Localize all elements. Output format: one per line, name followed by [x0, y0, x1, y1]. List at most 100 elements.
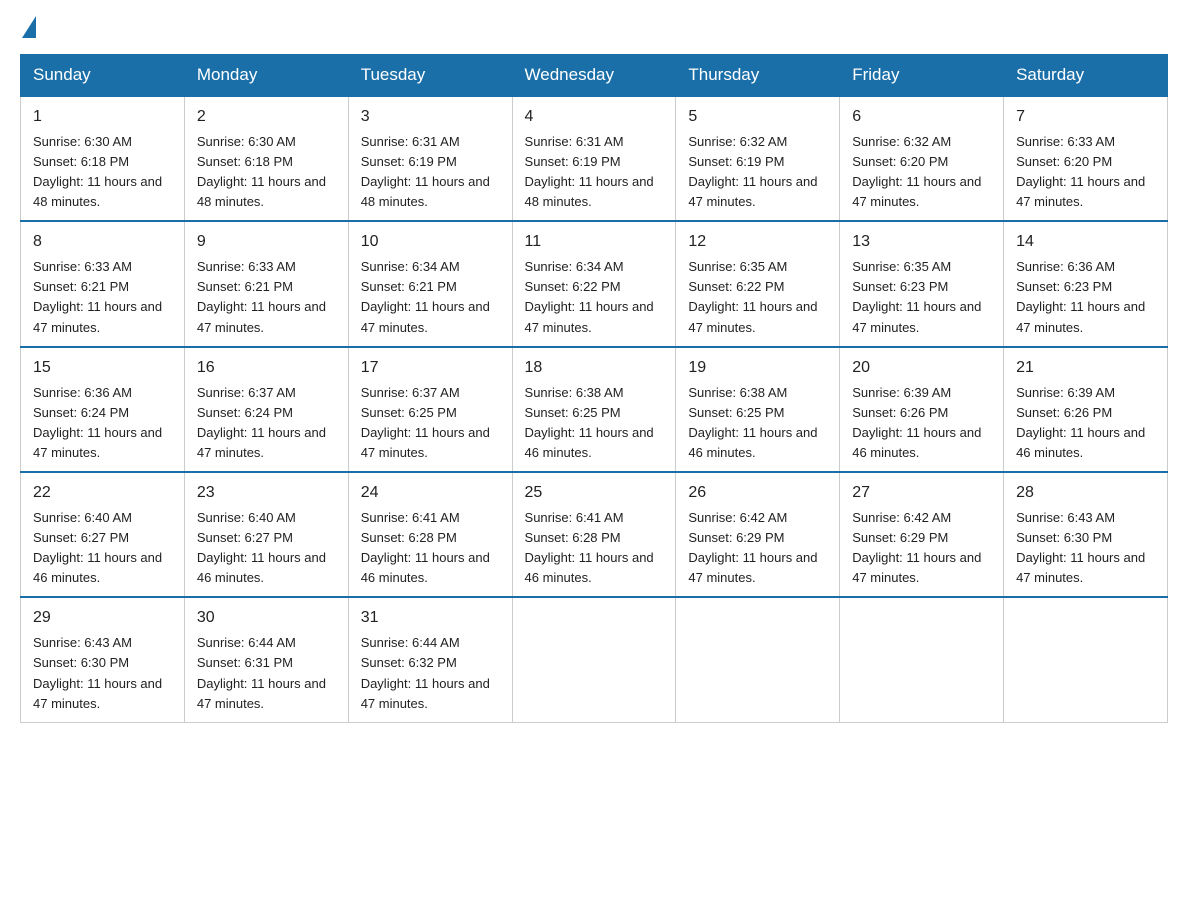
day-number: 10	[361, 230, 500, 255]
calendar-cell: 3 Sunrise: 6:31 AMSunset: 6:19 PMDayligh…	[348, 96, 512, 221]
day-info: Sunrise: 6:38 AMSunset: 6:25 PMDaylight:…	[688, 385, 817, 460]
calendar-cell: 7 Sunrise: 6:33 AMSunset: 6:20 PMDayligh…	[1004, 96, 1168, 221]
calendar-cell: 26 Sunrise: 6:42 AMSunset: 6:29 PMDaylig…	[676, 472, 840, 597]
day-info: Sunrise: 6:33 AMSunset: 6:21 PMDaylight:…	[197, 259, 326, 334]
day-info: Sunrise: 6:43 AMSunset: 6:30 PMDaylight:…	[1016, 510, 1145, 585]
day-info: Sunrise: 6:43 AMSunset: 6:30 PMDaylight:…	[33, 635, 162, 710]
day-number: 22	[33, 481, 172, 506]
day-number: 28	[1016, 481, 1155, 506]
calendar-cell	[1004, 597, 1168, 722]
day-number: 12	[688, 230, 827, 255]
day-info: Sunrise: 6:31 AMSunset: 6:19 PMDaylight:…	[361, 134, 490, 209]
calendar-cell: 19 Sunrise: 6:38 AMSunset: 6:25 PMDaylig…	[676, 347, 840, 472]
calendar-cell: 22 Sunrise: 6:40 AMSunset: 6:27 PMDaylig…	[21, 472, 185, 597]
day-info: Sunrise: 6:35 AMSunset: 6:23 PMDaylight:…	[852, 259, 981, 334]
calendar-cell: 1 Sunrise: 6:30 AMSunset: 6:18 PMDayligh…	[21, 96, 185, 221]
calendar-week-2: 8 Sunrise: 6:33 AMSunset: 6:21 PMDayligh…	[21, 221, 1168, 346]
day-number: 18	[525, 356, 664, 381]
weekday-header-wednesday: Wednesday	[512, 55, 676, 97]
day-number: 16	[197, 356, 336, 381]
day-info: Sunrise: 6:34 AMSunset: 6:21 PMDaylight:…	[361, 259, 490, 334]
day-info: Sunrise: 6:32 AMSunset: 6:20 PMDaylight:…	[852, 134, 981, 209]
calendar-cell: 5 Sunrise: 6:32 AMSunset: 6:19 PMDayligh…	[676, 96, 840, 221]
day-number: 26	[688, 481, 827, 506]
day-info: Sunrise: 6:40 AMSunset: 6:27 PMDaylight:…	[33, 510, 162, 585]
day-info: Sunrise: 6:35 AMSunset: 6:22 PMDaylight:…	[688, 259, 817, 334]
day-number: 13	[852, 230, 991, 255]
day-info: Sunrise: 6:31 AMSunset: 6:19 PMDaylight:…	[525, 134, 654, 209]
day-info: Sunrise: 6:30 AMSunset: 6:18 PMDaylight:…	[33, 134, 162, 209]
weekday-header-monday: Monday	[184, 55, 348, 97]
day-info: Sunrise: 6:30 AMSunset: 6:18 PMDaylight:…	[197, 134, 326, 209]
day-number: 4	[525, 105, 664, 130]
day-number: 9	[197, 230, 336, 255]
calendar-cell: 12 Sunrise: 6:35 AMSunset: 6:22 PMDaylig…	[676, 221, 840, 346]
calendar-cell: 28 Sunrise: 6:43 AMSunset: 6:30 PMDaylig…	[1004, 472, 1168, 597]
weekday-header-sunday: Sunday	[21, 55, 185, 97]
calendar-cell: 31 Sunrise: 6:44 AMSunset: 6:32 PMDaylig…	[348, 597, 512, 722]
day-number: 11	[525, 230, 664, 255]
day-info: Sunrise: 6:42 AMSunset: 6:29 PMDaylight:…	[852, 510, 981, 585]
calendar-cell: 11 Sunrise: 6:34 AMSunset: 6:22 PMDaylig…	[512, 221, 676, 346]
weekday-header-saturday: Saturday	[1004, 55, 1168, 97]
day-info: Sunrise: 6:41 AMSunset: 6:28 PMDaylight:…	[361, 510, 490, 585]
day-number: 25	[525, 481, 664, 506]
day-number: 7	[1016, 105, 1155, 130]
day-number: 2	[197, 105, 336, 130]
calendar-cell: 8 Sunrise: 6:33 AMSunset: 6:21 PMDayligh…	[21, 221, 185, 346]
calendar-cell: 25 Sunrise: 6:41 AMSunset: 6:28 PMDaylig…	[512, 472, 676, 597]
calendar-cell: 13 Sunrise: 6:35 AMSunset: 6:23 PMDaylig…	[840, 221, 1004, 346]
calendar-cell	[512, 597, 676, 722]
logo	[20, 20, 36, 34]
calendar-cell: 16 Sunrise: 6:37 AMSunset: 6:24 PMDaylig…	[184, 347, 348, 472]
day-info: Sunrise: 6:37 AMSunset: 6:24 PMDaylight:…	[197, 385, 326, 460]
day-info: Sunrise: 6:33 AMSunset: 6:20 PMDaylight:…	[1016, 134, 1145, 209]
page-header	[20, 20, 1168, 34]
day-info: Sunrise: 6:34 AMSunset: 6:22 PMDaylight:…	[525, 259, 654, 334]
calendar-week-5: 29 Sunrise: 6:43 AMSunset: 6:30 PMDaylig…	[21, 597, 1168, 722]
day-info: Sunrise: 6:39 AMSunset: 6:26 PMDaylight:…	[1016, 385, 1145, 460]
day-number: 8	[33, 230, 172, 255]
day-number: 3	[361, 105, 500, 130]
calendar-cell: 15 Sunrise: 6:36 AMSunset: 6:24 PMDaylig…	[21, 347, 185, 472]
day-number: 23	[197, 481, 336, 506]
calendar-cell: 20 Sunrise: 6:39 AMSunset: 6:26 PMDaylig…	[840, 347, 1004, 472]
day-info: Sunrise: 6:37 AMSunset: 6:25 PMDaylight:…	[361, 385, 490, 460]
calendar-table: SundayMondayTuesdayWednesdayThursdayFrid…	[20, 54, 1168, 723]
day-number: 14	[1016, 230, 1155, 255]
day-info: Sunrise: 6:41 AMSunset: 6:28 PMDaylight:…	[525, 510, 654, 585]
calendar-cell	[676, 597, 840, 722]
day-number: 20	[852, 356, 991, 381]
day-number: 31	[361, 606, 500, 631]
calendar-cell: 10 Sunrise: 6:34 AMSunset: 6:21 PMDaylig…	[348, 221, 512, 346]
day-number: 6	[852, 105, 991, 130]
calendar-cell: 29 Sunrise: 6:43 AMSunset: 6:30 PMDaylig…	[21, 597, 185, 722]
day-number: 19	[688, 356, 827, 381]
calendar-week-3: 15 Sunrise: 6:36 AMSunset: 6:24 PMDaylig…	[21, 347, 1168, 472]
day-number: 17	[361, 356, 500, 381]
calendar-cell: 2 Sunrise: 6:30 AMSunset: 6:18 PMDayligh…	[184, 96, 348, 221]
calendar-cell: 21 Sunrise: 6:39 AMSunset: 6:26 PMDaylig…	[1004, 347, 1168, 472]
day-info: Sunrise: 6:33 AMSunset: 6:21 PMDaylight:…	[33, 259, 162, 334]
day-number: 24	[361, 481, 500, 506]
weekday-header-tuesday: Tuesday	[348, 55, 512, 97]
day-info: Sunrise: 6:40 AMSunset: 6:27 PMDaylight:…	[197, 510, 326, 585]
weekday-header-thursday: Thursday	[676, 55, 840, 97]
calendar-cell: 9 Sunrise: 6:33 AMSunset: 6:21 PMDayligh…	[184, 221, 348, 346]
calendar-week-1: 1 Sunrise: 6:30 AMSunset: 6:18 PMDayligh…	[21, 96, 1168, 221]
day-info: Sunrise: 6:38 AMSunset: 6:25 PMDaylight:…	[525, 385, 654, 460]
calendar-week-4: 22 Sunrise: 6:40 AMSunset: 6:27 PMDaylig…	[21, 472, 1168, 597]
day-info: Sunrise: 6:32 AMSunset: 6:19 PMDaylight:…	[688, 134, 817, 209]
day-number: 5	[688, 105, 827, 130]
calendar-cell: 4 Sunrise: 6:31 AMSunset: 6:19 PMDayligh…	[512, 96, 676, 221]
weekday-header-friday: Friday	[840, 55, 1004, 97]
day-number: 21	[1016, 356, 1155, 381]
day-number: 15	[33, 356, 172, 381]
day-number: 1	[33, 105, 172, 130]
calendar-cell	[840, 597, 1004, 722]
calendar-cell: 14 Sunrise: 6:36 AMSunset: 6:23 PMDaylig…	[1004, 221, 1168, 346]
day-number: 30	[197, 606, 336, 631]
day-info: Sunrise: 6:42 AMSunset: 6:29 PMDaylight:…	[688, 510, 817, 585]
calendar-cell: 6 Sunrise: 6:32 AMSunset: 6:20 PMDayligh…	[840, 96, 1004, 221]
calendar-cell: 30 Sunrise: 6:44 AMSunset: 6:31 PMDaylig…	[184, 597, 348, 722]
